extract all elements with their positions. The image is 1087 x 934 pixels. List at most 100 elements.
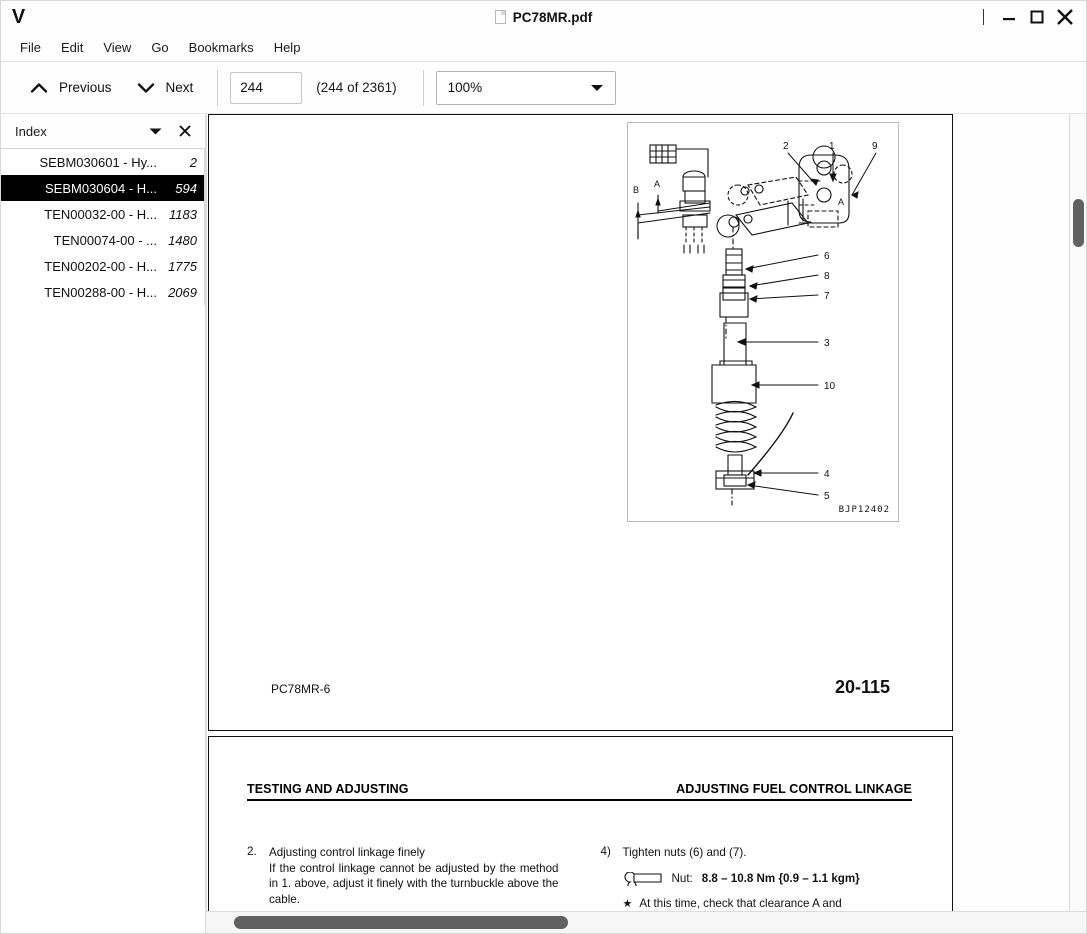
viewer-canvas: B A 2 1 9 6 8 7 3 10 4 5 A BJP12402 PC78…: [206, 114, 1086, 911]
window-title-group: PC78MR.pdf: [1, 10, 1086, 25]
horizontal-scrollbar[interactable]: [206, 911, 1086, 933]
next-page-label: Next: [165, 80, 194, 95]
index-item-label: TEN00202-00 - H...: [44, 258, 157, 274]
index-item-2[interactable]: TEN00032-00 - H... 1183: [1, 201, 204, 227]
window-controls: [983, 1, 1086, 33]
index-list[interactable]: SEBM030601 - Hy... 2 SEBM030604 - H... 5…: [1, 148, 205, 933]
maximize-button[interactable]: [1024, 4, 1050, 30]
left-item-number: 2.: [247, 845, 257, 858]
svg-text:B: B: [633, 185, 639, 195]
footer-page-number: 20-115: [834, 677, 890, 697]
horizontal-scrollbar-thumb[interactable]: [234, 916, 568, 929]
right-item-text: Tighten nuts (6) and (7).: [622, 846, 747, 859]
menu-bookmarks[interactable]: Bookmarks: [180, 36, 263, 59]
index-item-page: 594: [175, 180, 197, 196]
title-bar: V PC78MR.pdf: [1, 1, 1086, 33]
index-item-3[interactable]: TEN00074-00 - ... 1480: [1, 227, 204, 253]
left-item-text: If the control linkage cannot be adjuste…: [269, 861, 559, 906]
zoom-level-select[interactable]: 100%: [435, 70, 616, 105]
menu-go[interactable]: Go: [142, 36, 177, 59]
chevron-up-icon: [30, 82, 48, 93]
page2-header-right: ADJUSTING FUEL CONTROL LINKAGE: [676, 782, 912, 796]
right-list-item: 4) Tighten nuts (6) and (7).: [601, 845, 913, 861]
page-number-input[interactable]: 244: [230, 71, 303, 104]
index-item-page: 2: [189, 154, 197, 170]
previous-page-button[interactable]: Previous: [17, 74, 124, 101]
index-panel-header: Index: [1, 114, 205, 148]
figure-fuel-control-linkage: B A 2 1 9 6 8 7 3 10 4 5 A BJP12402: [627, 122, 899, 522]
torque-label: Nut:: [671, 872, 693, 886]
maximize-icon: [1030, 10, 1044, 24]
callout-5: 5: [824, 491, 830, 502]
callout-1: 1: [829, 141, 835, 152]
page2-left-column: 2. Adjusting control linkage finely If t…: [247, 845, 559, 911]
page2-header-row: TESTING AND ADJUSTING ADJUSTING FUEL CON…: [247, 782, 912, 801]
index-panel-title: Index: [15, 123, 47, 139]
page2-columns: 2. Adjusting control linkage finely If t…: [247, 845, 912, 911]
callout-7: 7: [824, 291, 830, 302]
index-item-page: 2069: [168, 284, 197, 300]
main-body: Index SEBM030601 - Hy... 2 SEBM030604 - …: [1, 114, 1086, 933]
callout-6: 6: [824, 251, 830, 262]
callout-2: 2: [783, 141, 789, 152]
index-item-label: SEBM030601 - Hy...: [39, 154, 157, 170]
index-item-label: TEN00074-00 - ...: [53, 232, 157, 248]
previous-page-label: Previous: [59, 80, 112, 95]
toolbar-separator-2: [422, 69, 424, 106]
torque-spec: Nut: 8.8 – 10.8 Nm {0.9 – 1.1 kgm}: [601, 871, 913, 886]
document-icon: [494, 10, 506, 24]
index-dropdown-button[interactable]: [143, 119, 167, 143]
chevron-down-icon: [149, 128, 161, 134]
close-button[interactable]: [1052, 4, 1078, 30]
app-logo-icon: V: [11, 5, 25, 28]
menu-view[interactable]: View: [94, 36, 140, 59]
callout-3: 3: [824, 338, 830, 349]
pdf-page-245: TESTING AND ADJUSTING ADJUSTING FUEL CON…: [208, 736, 953, 911]
callout-8: 8: [824, 271, 830, 282]
vertical-scrollbar[interactable]: [1069, 114, 1086, 911]
index-item-label: SEBM030604 - H...: [45, 180, 157, 196]
minimize-button[interactable]: [996, 4, 1022, 30]
right-note: ★ At this time, check that clearance A a…: [601, 897, 913, 910]
index-close-button[interactable]: [173, 119, 197, 143]
zoom-level-value: 100%: [447, 80, 483, 95]
document-viewer: B A 2 1 9 6 8 7 3 10 4 5 A BJP12402 PC78…: [206, 114, 1086, 933]
index-item-label: TEN00288-00 - H...: [44, 284, 157, 300]
menu-help[interactable]: Help: [265, 36, 310, 59]
page2-right-column: 4) Tighten nuts (6) and (7). Nut: 8.8 – …: [601, 845, 913, 911]
toolbar-separator-1: [217, 69, 219, 106]
close-icon: [1057, 9, 1073, 25]
window-title: PC78MR.pdf: [512, 9, 593, 25]
index-item-0[interactable]: SEBM030601 - Hy... 2: [1, 149, 204, 175]
index-item-1[interactable]: SEBM030604 - H... 594: [1, 175, 204, 201]
wrench-icon: [623, 871, 662, 886]
figure-code: BJP12402: [838, 505, 890, 515]
page2-header-left: TESTING AND ADJUSTING: [247, 782, 409, 796]
chevron-down-icon: [137, 82, 154, 93]
callout-4: 4: [824, 469, 830, 480]
menu-file[interactable]: File: [11, 36, 50, 59]
index-item-5[interactable]: TEN00288-00 - H... 2069: [1, 279, 204, 305]
index-item-4[interactable]: TEN00202-00 - H... 1775: [1, 253, 204, 279]
close-icon: [179, 125, 191, 137]
callout-9: 9: [872, 141, 878, 152]
svg-text:A: A: [654, 179, 660, 189]
vertical-scrollbar-thumb[interactable]: [1073, 199, 1084, 247]
dim-label-a: A: [838, 197, 844, 207]
index-item-page: 1480: [168, 232, 197, 248]
left-list-item: 2. Adjusting control linkage finely If t…: [247, 845, 559, 908]
left-item-title: Adjusting control linkage finely: [269, 846, 425, 859]
right-item-number: 4): [600, 845, 611, 858]
index-item-label: TEN00032-00 - H...: [44, 206, 157, 222]
note-star-marker: ★: [622, 897, 633, 910]
note-text: At this time, check that clearance A and: [639, 896, 842, 910]
menu-edit[interactable]: Edit: [52, 36, 92, 59]
pdf-page-244: B A 2 1 9 6 8 7 3 10 4 5 A BJP12402 PC78…: [208, 114, 953, 731]
torque-value: 8.8 – 10.8 Nm {0.9 – 1.1 kgm}: [701, 872, 860, 886]
page-count-label: (244 of 2361): [316, 80, 397, 95]
next-page-button[interactable]: Next: [124, 74, 206, 101]
pdf-viewer-window: V PC78MR.pdf File Edit View Go Bookmarks…: [0, 0, 1087, 934]
index-sidebar: Index SEBM030601 - Hy... 2 SEBM030604 - …: [1, 114, 206, 933]
page-scroll-area[interactable]: B A 2 1 9 6 8 7 3 10 4 5 A BJP12402 PC78…: [206, 114, 1069, 911]
index-item-page: 1775: [168, 258, 197, 274]
